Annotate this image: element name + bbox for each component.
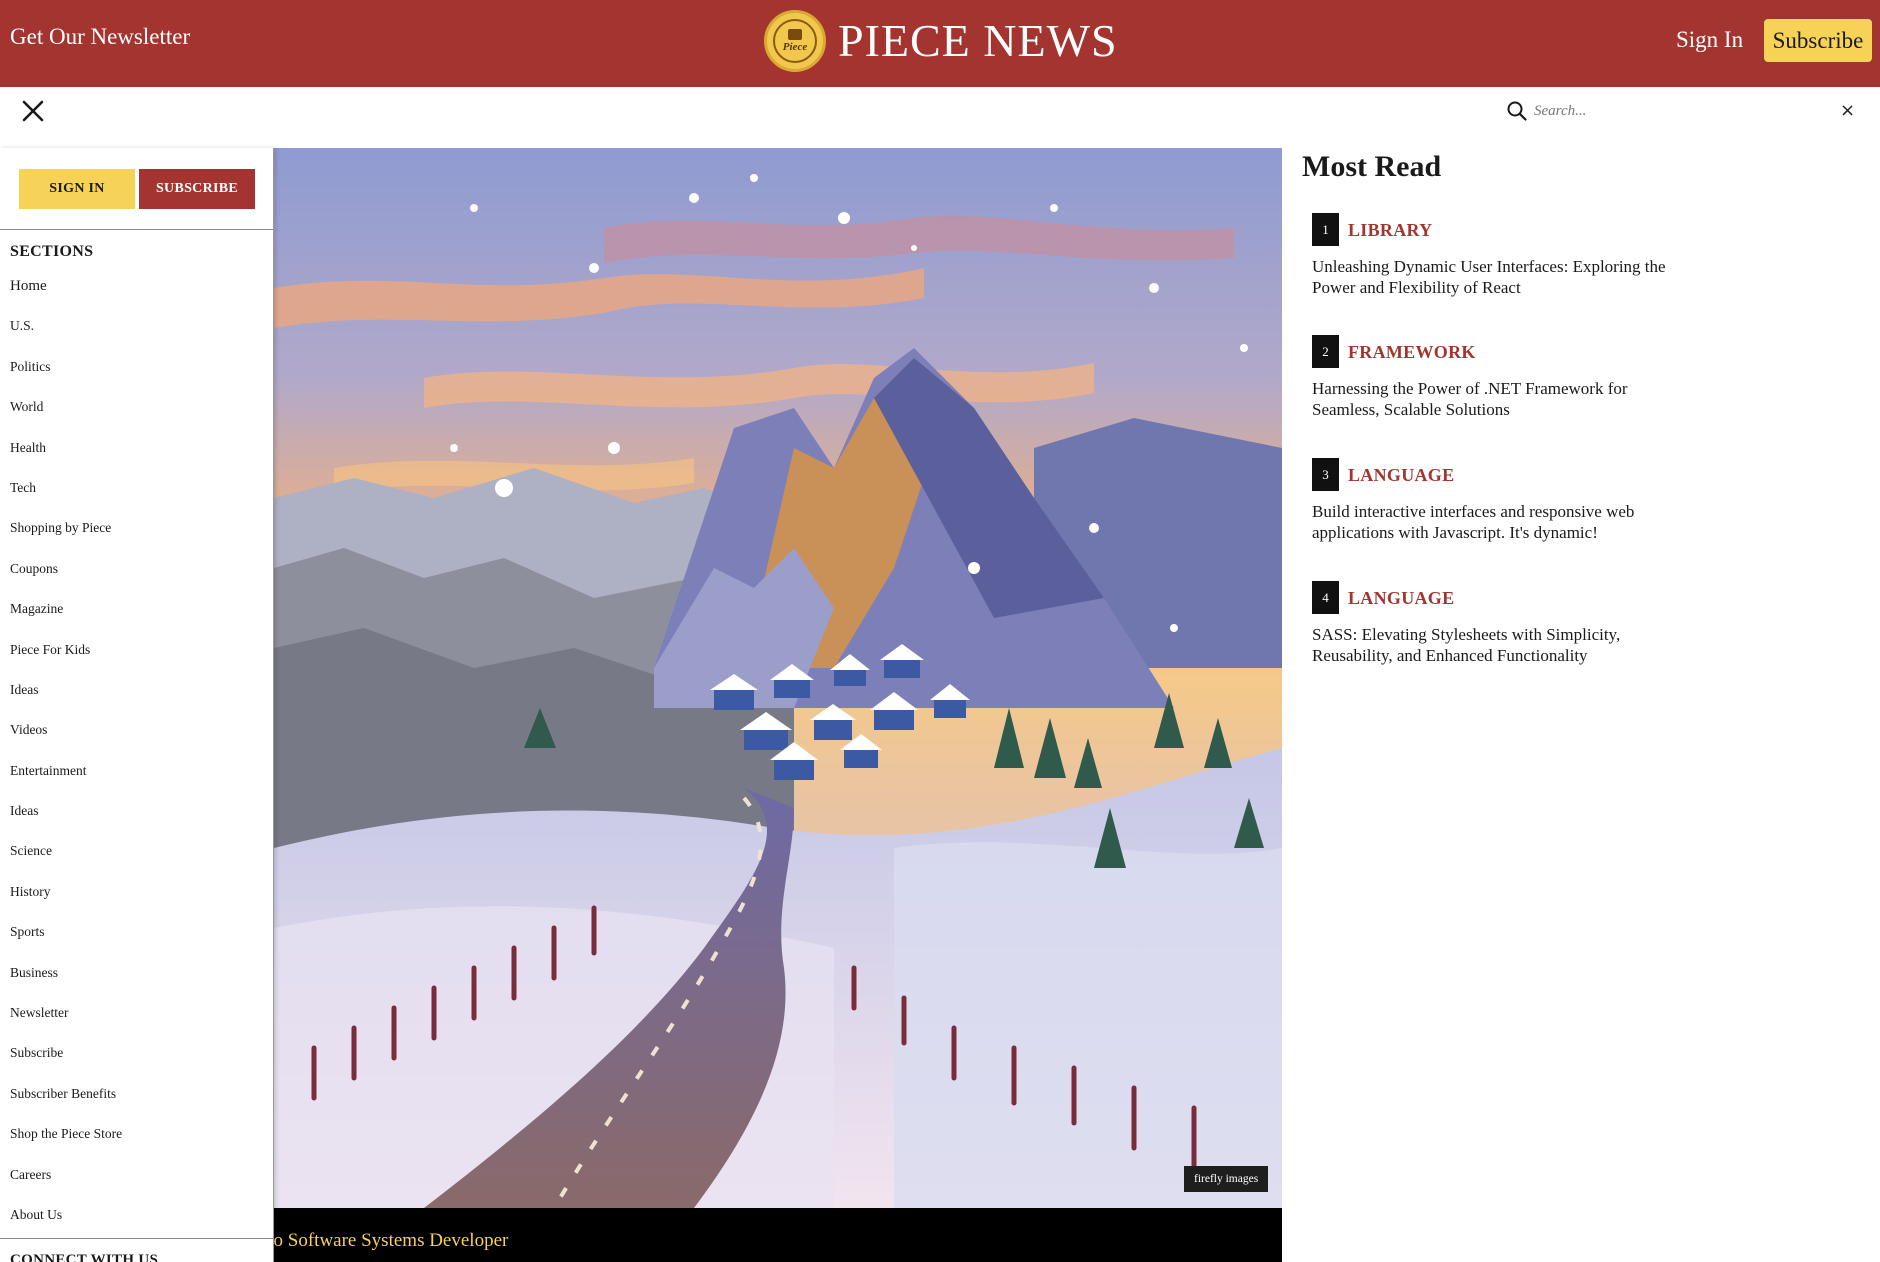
rank-badge: 2 bbox=[1312, 335, 1339, 368]
close-icon bbox=[22, 100, 44, 122]
section-item-sports[interactable]: Sports bbox=[10, 924, 122, 964]
section-item-videos[interactable]: Videos bbox=[10, 722, 122, 762]
search-bar bbox=[1506, 96, 1866, 126]
section-item-shop[interactable]: Shop the Piece Store bbox=[10, 1126, 122, 1166]
sections-heading: SECTIONS bbox=[10, 243, 94, 260]
search-icon[interactable] bbox=[1506, 100, 1528, 122]
section-item-business[interactable]: Business bbox=[10, 965, 122, 1005]
header-sign-in-link[interactable]: Sign In bbox=[1676, 27, 1743, 53]
section-item-ideas-2[interactable]: Ideas bbox=[10, 803, 122, 843]
headline-link[interactable]: Build interactive interfaces and respons… bbox=[1312, 501, 1672, 543]
sections-list: Home U.S. Politics World Health Tech Sho… bbox=[10, 278, 122, 1247]
section-item-about[interactable]: About Us bbox=[10, 1207, 122, 1247]
hero-illustration bbox=[274, 148, 1282, 1208]
hero-caption[interactable]: d to Software Systems Developer bbox=[274, 1230, 508, 1252]
category-link[interactable]: FRAMEWORK bbox=[1348, 342, 1476, 363]
section-item-entertainment[interactable]: Entertainment bbox=[10, 763, 122, 803]
menu-subscribe-button[interactable]: SUBSCRIBE bbox=[139, 169, 255, 209]
category-link[interactable]: LANGUAGE bbox=[1348, 588, 1454, 609]
section-item-home[interactable]: Home bbox=[10, 278, 122, 318]
headline-link[interactable]: SASS: Elevating Stylesheets with Simplic… bbox=[1312, 624, 1672, 666]
logo-icon: Piece bbox=[764, 10, 826, 72]
section-item-health[interactable]: Health bbox=[10, 440, 122, 480]
search-clear-button[interactable]: × bbox=[1840, 101, 1855, 121]
header-subscribe-button[interactable]: Subscribe bbox=[1764, 19, 1872, 62]
close-menu-button[interactable] bbox=[18, 96, 48, 126]
section-item-kids[interactable]: Piece For Kids bbox=[10, 642, 122, 682]
section-item-history[interactable]: History bbox=[10, 884, 122, 924]
image-credit-badge: firefly images bbox=[1184, 1166, 1269, 1192]
site-title: PIECE NEWS bbox=[838, 15, 1118, 66]
section-item-coupons[interactable]: Coupons bbox=[10, 561, 122, 601]
most-read-heading: Most Read bbox=[1302, 150, 1442, 183]
search-input[interactable] bbox=[1534, 102, 1824, 120]
category-link[interactable]: LIBRARY bbox=[1348, 220, 1432, 241]
section-item-subscribe[interactable]: Subscribe bbox=[10, 1045, 122, 1085]
menu-divider bbox=[0, 1238, 273, 1239]
menu-auth-buttons: SIGN IN SUBSCRIBE bbox=[0, 148, 273, 230]
section-item-ideas[interactable]: Ideas bbox=[10, 682, 122, 722]
section-item-politics[interactable]: Politics bbox=[10, 359, 122, 399]
headline-link[interactable]: Unleashing Dynamic User Interfaces: Expl… bbox=[1312, 256, 1672, 298]
section-item-subscriber-benefits[interactable]: Subscriber Benefits bbox=[10, 1086, 122, 1126]
rank-badge: 3 bbox=[1312, 458, 1339, 491]
hero-image[interactable] bbox=[274, 148, 1282, 1208]
newsletter-link[interactable]: Get Our Newsletter bbox=[10, 24, 190, 50]
section-item-us[interactable]: U.S. bbox=[10, 318, 122, 358]
section-item-shopping[interactable]: Shopping by Piece bbox=[10, 520, 122, 560]
menu-sign-in-button[interactable]: SIGN IN bbox=[19, 169, 135, 209]
section-item-newsletter[interactable]: Newsletter bbox=[10, 1005, 122, 1045]
section-item-careers[interactable]: Careers bbox=[10, 1167, 122, 1207]
rank-badge: 1 bbox=[1312, 213, 1339, 246]
category-link[interactable]: LANGUAGE bbox=[1348, 465, 1454, 486]
connect-heading: CONNECT WITH US bbox=[10, 1252, 159, 1262]
section-item-magazine[interactable]: Magazine bbox=[10, 601, 122, 641]
headline-link[interactable]: Harnessing the Power of .NET Framework f… bbox=[1312, 378, 1672, 420]
section-item-science[interactable]: Science bbox=[10, 843, 122, 883]
brand[interactable]: Piece PIECE NEWS bbox=[764, 10, 1118, 72]
hero-caption-bar[interactable]: d to Software Systems Developer bbox=[274, 1208, 1282, 1262]
rank-badge: 4 bbox=[1312, 581, 1339, 614]
side-menu: SIGN IN SUBSCRIBE SECTIONS Home U.S. Pol… bbox=[0, 148, 274, 1262]
logo-word: Piece bbox=[782, 41, 808, 53]
section-item-world[interactable]: World bbox=[10, 399, 122, 439]
site-header: Get Our Newsletter Piece PIECE NEWS Sign… bbox=[0, 0, 1880, 87]
section-item-tech[interactable]: Tech bbox=[10, 480, 122, 520]
